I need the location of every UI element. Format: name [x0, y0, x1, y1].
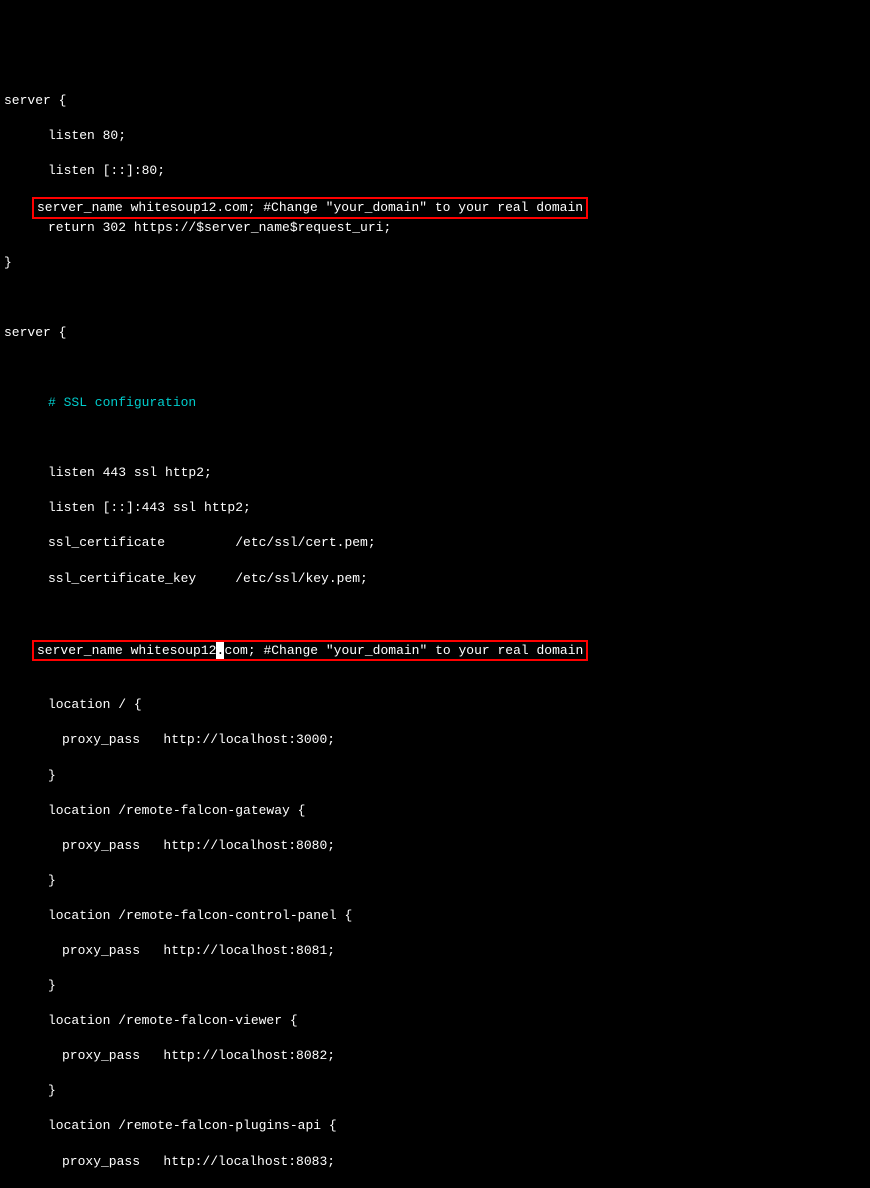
code-line: location /remote-falcon-plugins-api {: [4, 1117, 866, 1135]
code-line: location /remote-falcon-gateway {: [4, 802, 866, 820]
code-line: }: [4, 767, 866, 785]
code-line-pre: server_name whitesoup12: [37, 643, 216, 658]
blank-line: [4, 605, 866, 623]
code-line: ssl_certificate_key /etc/ssl/key.pem;: [4, 570, 866, 588]
code-line: server {: [4, 92, 866, 110]
code-line: ssl_certificate /etc/ssl/cert.pem;: [4, 534, 866, 552]
code-line: return 302 https://$server_name$request_…: [4, 219, 866, 237]
highlighted-server-name-2: server_name whitesoup12.com; #Change "yo…: [32, 640, 588, 662]
editor-content[interactable]: server { listen 80; listen [::]:80; serv…: [4, 74, 866, 1188]
code-line: listen [::]:443 ssl http2;: [4, 499, 866, 517]
code-line: proxy_pass http://localhost:8080;: [4, 837, 866, 855]
code-line: proxy_pass http://localhost:8081;: [4, 942, 866, 960]
code-line: listen 443 ssl http2;: [4, 464, 866, 482]
blank-line: [4, 289, 866, 307]
code-line: }: [4, 977, 866, 995]
code-line: location /remote-falcon-viewer {: [4, 1012, 866, 1030]
code-line: listen 80;: [4, 127, 866, 145]
comment-line: # SSL configuration: [4, 394, 866, 412]
text-cursor: .: [216, 642, 224, 660]
code-line: }: [4, 872, 866, 890]
blank-line: [4, 429, 866, 447]
highlighted-server-name-1: server_name whitesoup12.com; #Change "yo…: [32, 197, 588, 219]
code-line-post: com; #Change "your_domain" to your real …: [224, 643, 583, 658]
code-line: proxy_pass http://localhost:3000;: [4, 731, 866, 749]
code-line: proxy_pass http://localhost:8083;: [4, 1153, 866, 1171]
code-line: listen [::]:80;: [4, 162, 866, 180]
code-line: location /remote-falcon-control-panel {: [4, 907, 866, 925]
code-line: location / {: [4, 696, 866, 714]
code-line: proxy_pass http://localhost:8082;: [4, 1047, 866, 1065]
code-line: }: [4, 254, 866, 272]
code-line: server_name whitesoup12.com; #Change "yo…: [37, 200, 583, 215]
code-line: }: [4, 1082, 866, 1100]
blank-line: [4, 661, 866, 679]
blank-line: [4, 359, 866, 377]
code-line: server {: [4, 324, 866, 342]
